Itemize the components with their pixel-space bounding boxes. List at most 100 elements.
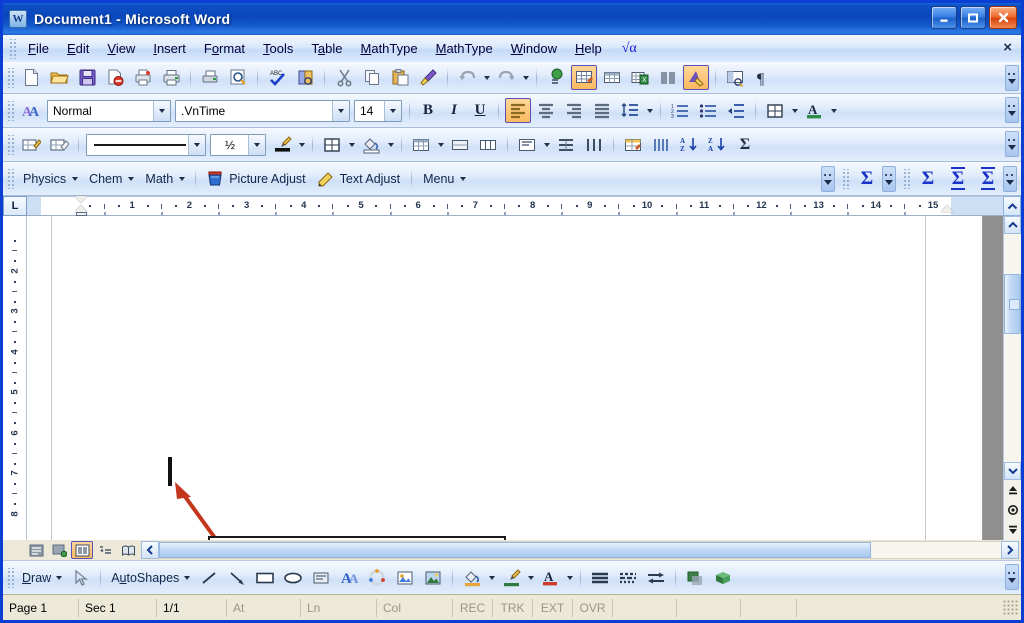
web-layout-view-button[interactable] bbox=[48, 541, 70, 559]
wordart-icon[interactable]: AA bbox=[336, 565, 362, 590]
drawing-toolbar-grip[interactable] bbox=[6, 567, 14, 588]
all-borders-icon[interactable] bbox=[319, 132, 345, 157]
document-page[interactable]: Con trỏ soạn thảo Vùng soạn thảo bbox=[27, 216, 983, 540]
sort-descending-icon[interactable]: ZA bbox=[704, 132, 730, 157]
border-color-pencil-icon[interactable] bbox=[269, 132, 295, 157]
scroll-down-button[interactable] bbox=[1004, 462, 1021, 480]
diagram-icon[interactable] bbox=[364, 565, 390, 590]
math-dropdown-icon[interactable] bbox=[176, 168, 187, 190]
menu-table[interactable]: Table bbox=[302, 38, 351, 59]
horizontal-scrollbar[interactable] bbox=[141, 541, 1019, 559]
font-size-dropdown-icon[interactable] bbox=[384, 100, 401, 121]
insert-table-icon[interactable] bbox=[408, 132, 434, 157]
email-icon[interactable] bbox=[102, 65, 128, 90]
font-size-combobox[interactable]: 14 bbox=[354, 99, 402, 122]
previous-page-button[interactable] bbox=[1004, 480, 1021, 500]
mathtype-toolbar-overflow-2[interactable] bbox=[882, 165, 896, 192]
tables-toolbar-overflow-button[interactable] bbox=[1005, 131, 1019, 157]
cut-scissors-icon[interactable] bbox=[331, 65, 357, 90]
spelling-check-icon[interactable]: ABC bbox=[264, 65, 290, 90]
copy-icon[interactable] bbox=[359, 65, 385, 90]
menu-dropdown-icon[interactable] bbox=[457, 168, 468, 190]
bold-button[interactable]: B bbox=[415, 99, 441, 123]
line-style-combobox[interactable] bbox=[86, 133, 206, 156]
normal-view-button[interactable] bbox=[25, 541, 47, 559]
close-document-icon[interactable]: × bbox=[1003, 40, 1012, 55]
line-color-icon[interactable] bbox=[498, 565, 524, 590]
split-cells-icon[interactable] bbox=[475, 132, 501, 157]
next-page-button[interactable] bbox=[1004, 520, 1021, 540]
align-right-button[interactable] bbox=[561, 98, 587, 123]
text-box-icon[interactable] bbox=[308, 565, 334, 590]
columns-icon[interactable] bbox=[655, 65, 681, 90]
numbered-equation-sigma-icon[interactable]: Σ bbox=[973, 166, 1003, 192]
menu-help[interactable]: Help bbox=[566, 38, 611, 59]
line-icon[interactable] bbox=[196, 565, 222, 590]
print-layout-view-button[interactable] bbox=[71, 541, 93, 559]
borders-dropdown-icon[interactable] bbox=[789, 100, 800, 122]
font-color-dropdown-icon[interactable] bbox=[564, 567, 575, 589]
chem-dropdown-icon[interactable] bbox=[125, 168, 136, 190]
scroll-left-button[interactable] bbox=[141, 541, 159, 559]
search-icon[interactable] bbox=[225, 65, 251, 90]
status-ext-indicator[interactable]: EXT bbox=[533, 598, 573, 617]
change-text-direction-icon[interactable] bbox=[648, 132, 674, 157]
3d-style-icon[interactable] bbox=[710, 565, 736, 590]
styles-and-formatting-icon[interactable]: AA bbox=[18, 98, 44, 123]
mathtype-sigma-icon[interactable]: Σ bbox=[852, 166, 882, 192]
shading-paint-bucket-icon[interactable] bbox=[358, 132, 384, 157]
clip-art-icon[interactable] bbox=[392, 565, 418, 590]
text-adjust-button[interactable]: Text Adjust bbox=[312, 164, 406, 193]
line-spacing-button[interactable] bbox=[617, 98, 643, 123]
tables-toolbar-grip[interactable] bbox=[6, 134, 14, 155]
underline-button[interactable]: U bbox=[467, 99, 493, 123]
redo-icon[interactable] bbox=[493, 65, 519, 90]
border-color-dropdown-icon[interactable] bbox=[296, 134, 307, 156]
autoshapes-dropdown-icon[interactable] bbox=[181, 567, 192, 589]
formatting-toolbar-overflow-button[interactable] bbox=[1005, 97, 1019, 123]
scroll-up-button[interactable] bbox=[1004, 216, 1021, 234]
shadow-style-icon[interactable] bbox=[682, 565, 708, 590]
document-map-icon[interactable] bbox=[722, 65, 748, 90]
distribute-columns-evenly-icon[interactable] bbox=[581, 132, 607, 157]
oval-icon[interactable] bbox=[280, 565, 306, 590]
line-weight-combobox[interactable]: ½ bbox=[210, 133, 266, 156]
research-icon[interactable] bbox=[292, 65, 318, 90]
vertical-ruler[interactable]: 2 3 4 5 6 7 8 bbox=[3, 216, 27, 540]
display-equation-sigma-icon[interactable]: Σ bbox=[943, 166, 973, 192]
table-autoformat-icon[interactable] bbox=[620, 132, 646, 157]
line-color-dropdown-icon[interactable] bbox=[525, 567, 536, 589]
cell-align-icon[interactable] bbox=[514, 132, 540, 157]
shading-dropdown-icon[interactable] bbox=[385, 134, 396, 156]
formatting-toolbar-grip[interactable] bbox=[6, 100, 14, 121]
dash-style-icon[interactable] bbox=[615, 565, 641, 590]
show-formatting-marks-icon[interactable]: ¶ bbox=[750, 65, 776, 90]
sort-ascending-icon[interactable]: AZ bbox=[676, 132, 702, 157]
select-browse-object-button[interactable] bbox=[1004, 500, 1021, 520]
mathtype-toolbar-overflow-3[interactable] bbox=[1003, 165, 1017, 192]
italic-button[interactable]: I bbox=[441, 99, 467, 123]
status-trk-indicator[interactable]: TRK bbox=[493, 598, 533, 617]
arrow-style-icon[interactable] bbox=[643, 565, 669, 590]
status-ovr-indicator[interactable]: OVR bbox=[573, 598, 613, 617]
line-weight-dropdown-icon[interactable] bbox=[248, 134, 265, 155]
new-document-icon[interactable] bbox=[18, 65, 44, 90]
align-justify-button[interactable] bbox=[589, 98, 615, 123]
horizontal-ruler[interactable]: 1 2 3 4 5 6 7 8 9 10 11 12 13 14 15 bbox=[27, 196, 1003, 216]
mathtype-toolbar-grip-2[interactable] bbox=[902, 168, 910, 189]
insert-table-dropdown-icon[interactable] bbox=[435, 134, 446, 156]
scroll-up-button[interactable] bbox=[1003, 196, 1021, 216]
custom-toolbar-grip[interactable] bbox=[6, 168, 14, 189]
right-indent-marker[interactable] bbox=[941, 205, 953, 212]
vertical-scroll-thumb[interactable] bbox=[1004, 274, 1021, 334]
scroll-right-button[interactable] bbox=[1001, 541, 1019, 559]
numbered-list-button[interactable]: 123 bbox=[667, 98, 693, 123]
menu-bar-grip[interactable] bbox=[8, 38, 16, 59]
fill-color-dropdown-icon[interactable] bbox=[486, 567, 497, 589]
outline-view-button[interactable] bbox=[94, 541, 116, 559]
menu-mathtype-1[interactable]: MathType bbox=[352, 38, 427, 59]
font-color-button[interactable]: A bbox=[801, 98, 827, 123]
resize-grip[interactable] bbox=[1003, 599, 1019, 616]
borders-button[interactable] bbox=[762, 98, 788, 123]
format-painter-icon[interactable] bbox=[415, 65, 441, 90]
